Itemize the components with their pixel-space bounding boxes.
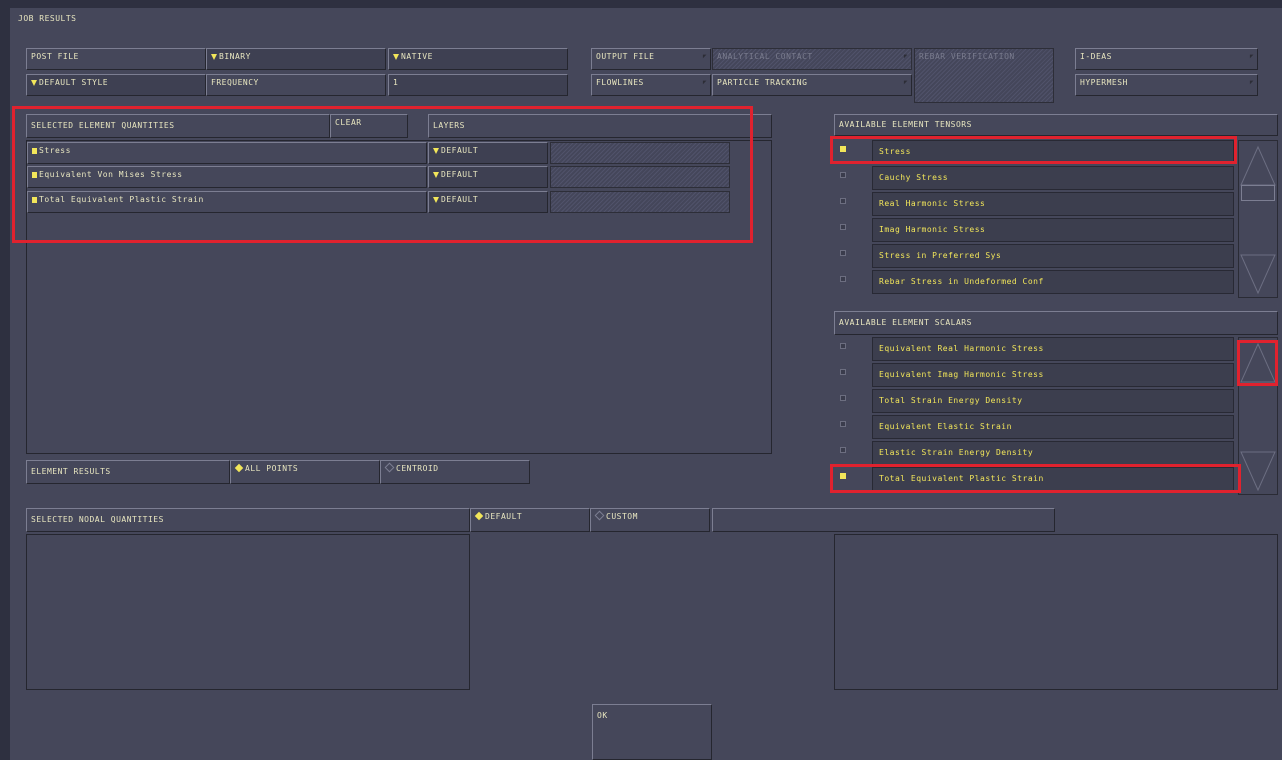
corner-arrow-icon: ◤ <box>1249 53 1254 60</box>
tensors-header: AVAILABLE ELEMENT TENSORS <box>834 114 1278 136</box>
scalar-item-elastic-energy[interactable]: Elastic Strain Energy Density <box>872 441 1234 465</box>
scalar-item-strain-energy[interactable]: Total Strain Energy Density <box>872 389 1234 413</box>
checkbox-off-icon <box>840 447 846 453</box>
frequency-input[interactable]: 1 <box>388 74 568 96</box>
scalar-item-eq-real-harmonic[interactable]: Equivalent Real Harmonic Stress <box>872 337 1234 361</box>
corner-arrow-icon: ◤ <box>903 53 908 60</box>
checkbox-off-icon <box>840 421 846 427</box>
tensor-item-preferred-sys[interactable]: Stress in Preferred Sys <box>872 244 1234 268</box>
checkbox-off-icon <box>840 250 846 256</box>
tensor-item-real-harmonic[interactable]: Real Harmonic Stress <box>872 192 1234 216</box>
corner-arrow-icon: ◤ <box>702 79 707 86</box>
scroll-down-arrow-icon[interactable] <box>1239 450 1277 494</box>
scroll-down-arrow-icon[interactable] <box>1239 253 1277 297</box>
scalars-header: AVAILABLE ELEMENT SCALARS <box>834 311 1278 335</box>
default-style-dropdown[interactable]: DEFAULT STYLE <box>26 74 206 96</box>
radio-on-icon <box>234 463 244 473</box>
radio-off-icon <box>594 510 605 521</box>
highlight-tensor-stress <box>830 136 1237 164</box>
scroll-up-arrow-icon[interactable] <box>1239 143 1277 187</box>
nodal-custom-radio[interactable]: CUSTOM <box>590 508 710 532</box>
tensor-checkbox-imag-harmonic[interactable] <box>836 218 850 240</box>
tensor-checkbox-preferred-sys[interactable] <box>836 244 850 266</box>
checkbox-off-icon <box>840 224 846 230</box>
window-title: JOB RESULTS <box>18 14 77 23</box>
highlight-scroll-up <box>1237 340 1278 386</box>
checkbox-off-icon <box>840 172 846 178</box>
corner-arrow-icon: ◤ <box>1249 79 1254 86</box>
checkbox-off-icon <box>840 343 846 349</box>
scalar-item-eq-imag-harmonic[interactable]: Equivalent Imag Harmonic Stress <box>872 363 1234 387</box>
particle-tracking-button[interactable]: PARTICLE TRACKING ◤ <box>712 74 912 96</box>
tensor-item-imag-harmonic[interactable]: Imag Harmonic Stress <box>872 218 1234 242</box>
nodal-default-radio[interactable]: DEFAULT <box>470 508 590 532</box>
dropdown-triangle-icon <box>31 80 37 86</box>
scalar-checkbox-elastic-energy[interactable] <box>836 441 850 463</box>
centroid-radio[interactable]: CENTROID <box>380 460 530 484</box>
checkbox-off-icon <box>840 276 846 282</box>
ideas-button[interactable]: I-DEAS ◤ <box>1075 48 1258 70</box>
scroll-thumb[interactable] <box>1241 185 1275 201</box>
highlight-selected-elements <box>12 106 753 243</box>
ok-button[interactable]: OK <box>592 704 712 760</box>
dropdown-triangle-icon <box>393 54 399 60</box>
rebar-verification-button[interactable]: REBAR VERIFICATION <box>914 48 1054 103</box>
radio-off-icon <box>384 462 395 473</box>
analytical-contact-button[interactable]: ANALYTICAL CONTACT ◤ <box>712 48 912 70</box>
all-points-radio[interactable]: ALL POINTS <box>230 460 380 484</box>
frequency-label: FREQUENCY <box>206 74 386 96</box>
checkbox-off-icon <box>840 395 846 401</box>
corner-arrow-icon: ◤ <box>903 79 908 86</box>
scalar-checkbox-eq-imag-harmonic[interactable] <box>836 363 850 385</box>
nodal-available-list[interactable] <box>834 534 1278 690</box>
output-file-button[interactable]: OUTPUT FILE ◤ <box>591 48 711 70</box>
tensor-checkbox-cauchy[interactable] <box>836 166 850 188</box>
nodal-header: SELECTED NODAL QUANTITIES <box>26 508 470 532</box>
flowlines-button[interactable]: FLOWLINES ◤ <box>591 74 711 96</box>
post-file-label: POST FILE <box>26 48 206 70</box>
hypermesh-button[interactable]: HYPERMESH ◤ <box>1075 74 1258 96</box>
background-app-strip <box>0 0 10 760</box>
nodal-custom-field[interactable] <box>712 508 1055 532</box>
checkbox-off-icon <box>840 198 846 204</box>
binary-dropdown[interactable]: BINARY <box>206 48 386 70</box>
native-dropdown[interactable]: NATIVE <box>388 48 568 70</box>
radio-on-icon <box>474 511 484 521</box>
tensor-checkbox-rebar[interactable] <box>836 270 850 292</box>
checkbox-off-icon <box>840 369 846 375</box>
scalar-checkbox-eq-elastic[interactable] <box>836 415 850 437</box>
tensors-scrollbar[interactable] <box>1238 140 1278 298</box>
element-results-label: ELEMENT RESULTS <box>26 460 230 484</box>
tensor-item-rebar[interactable]: Rebar Stress in Undeformed Conf <box>872 270 1234 294</box>
background-app-topbar <box>10 0 1282 8</box>
nodal-selected-list[interactable] <box>26 534 470 690</box>
scalar-checkbox-strain-energy[interactable] <box>836 389 850 411</box>
tensor-checkbox-real-harmonic[interactable] <box>836 192 850 214</box>
highlight-scalar-plastic-strain <box>830 464 1241 493</box>
dropdown-triangle-icon <box>211 54 217 60</box>
scalar-checkbox-eq-real-harmonic[interactable] <box>836 337 850 359</box>
corner-arrow-icon: ◤ <box>702 53 707 60</box>
scalar-item-eq-elastic[interactable]: Equivalent Elastic Strain <box>872 415 1234 439</box>
tensor-item-cauchy[interactable]: Cauchy Stress <box>872 166 1234 190</box>
